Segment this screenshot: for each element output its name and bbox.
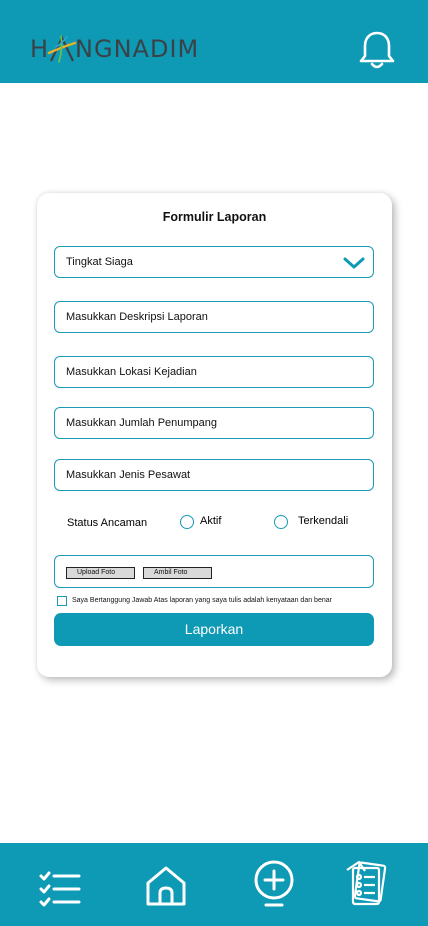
- logo-mark-icon: [47, 35, 77, 63]
- bottom-navigation: [0, 843, 428, 926]
- agreement-text: Saya Bertanggung Jawab Atas laporan yang…: [72, 597, 332, 604]
- description-input[interactable]: Masukkan Deskripsi Laporan: [54, 301, 374, 333]
- aircraft-type-placeholder: Masukkan Jenis Pesawat: [66, 469, 191, 481]
- add-circle-icon[interactable]: [253, 860, 295, 908]
- checklist-icon[interactable]: [39, 871, 81, 907]
- alert-level-value: Tingkat Siaga: [66, 256, 133, 268]
- app-header: H NGNADIM: [0, 0, 428, 83]
- alert-level-select[interactable]: Tingkat Siaga: [54, 246, 374, 278]
- threat-status-label: Status Ancaman: [67, 517, 148, 529]
- take-photo-button[interactable]: Ambil Foto: [143, 567, 212, 579]
- aircraft-type-input[interactable]: Masukkan Jenis Pesawat: [54, 459, 374, 491]
- passenger-count-input[interactable]: Masukkan Jumlah Penumpang: [54, 407, 374, 439]
- report-form-card: Formulir Laporan Tingkat Siaga Masukkan …: [37, 193, 392, 677]
- passenger-count-placeholder: Masukkan Jumlah Penumpang: [66, 417, 218, 429]
- form-title: Formulir Laporan: [162, 210, 267, 224]
- location-placeholder: Masukkan Lokasi Kejadian: [66, 366, 197, 378]
- status-controlled-label: Terkendali: [298, 515, 349, 527]
- submit-report-button[interactable]: Laporkan: [54, 613, 374, 646]
- app-logo: H NGNADIM: [30, 34, 199, 64]
- location-input[interactable]: Masukkan Lokasi Kejadian: [54, 356, 374, 388]
- status-controlled-radio[interactable]: [274, 515, 288, 529]
- bell-icon[interactable]: [359, 30, 395, 70]
- description-placeholder: Masukkan Deskripsi Laporan: [66, 311, 208, 323]
- logo-text-end: NGNADIM: [75, 35, 200, 63]
- reports-icon[interactable]: [345, 860, 389, 906]
- upload-photo-button[interactable]: Upload Foto: [66, 567, 135, 579]
- home-icon[interactable]: [145, 865, 187, 907]
- agreement-checkbox[interactable]: [57, 596, 67, 606]
- agreement-row: Saya Bertanggung Jawab Atas laporan yang…: [57, 596, 382, 608]
- threat-status-group: Status Ancaman Aktif Terkendali: [67, 515, 367, 535]
- photo-upload-field: Upload Foto Ambil Foto: [54, 555, 374, 588]
- status-active-label: Aktif: [200, 515, 222, 527]
- status-active-radio[interactable]: [180, 515, 194, 529]
- chevron-down-icon[interactable]: [343, 256, 365, 270]
